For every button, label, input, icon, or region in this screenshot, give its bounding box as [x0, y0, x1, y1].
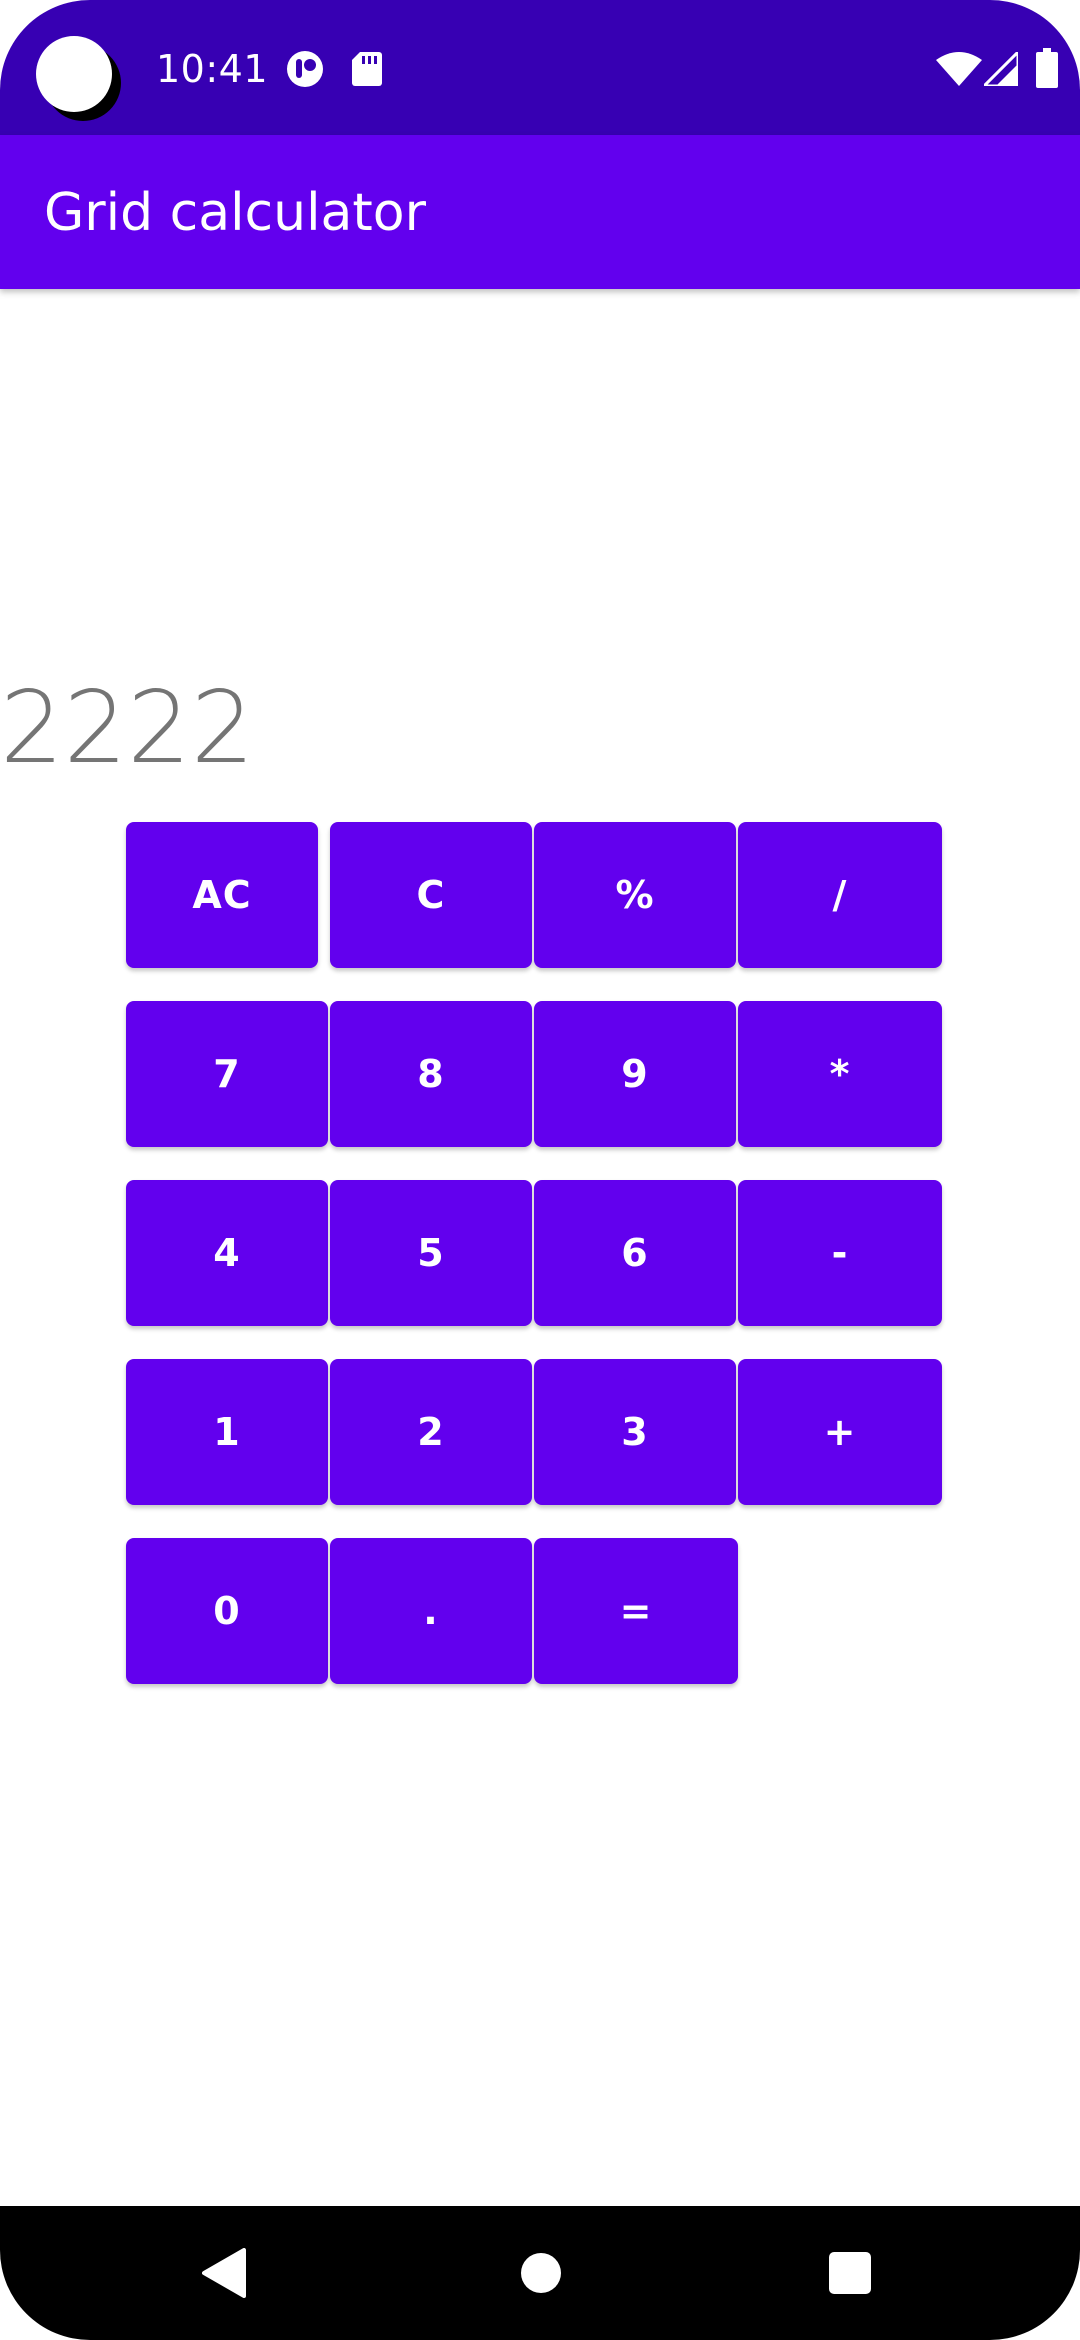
key-3[interactable]: 3 [534, 1359, 736, 1505]
key-7[interactable]: 7 [126, 1001, 328, 1147]
app-bar: Grid calculator [0, 135, 1080, 289]
key-0[interactable]: 0 [126, 1538, 328, 1684]
key-8[interactable]: 8 [330, 1001, 532, 1147]
recents-icon[interactable] [829, 2252, 871, 2294]
status-bar: 10:41 [0, 0, 1080, 135]
home-icon[interactable] [520, 2252, 562, 2294]
key-minus[interactable]: - [738, 1180, 942, 1326]
notification-app-icon [287, 51, 323, 87]
wifi-icon [936, 52, 982, 86]
battery-icon [1036, 48, 1058, 88]
signal-icon [984, 52, 1018, 86]
camera-cutout [36, 36, 112, 112]
sd-card-icon [352, 52, 382, 86]
key-6[interactable]: 6 [534, 1180, 736, 1326]
back-icon[interactable] [202, 2248, 248, 2298]
key-2[interactable]: 2 [330, 1359, 532, 1505]
key-plus[interactable]: + [738, 1359, 942, 1505]
app-title: Grid calculator [44, 183, 427, 243]
navigation-bar [0, 2206, 1080, 2340]
status-time: 10:41 [156, 47, 269, 91]
key-ac[interactable]: AC [126, 822, 318, 968]
key-c[interactable]: C [330, 822, 532, 968]
key-percent[interactable]: % [534, 822, 736, 968]
key-4[interactable]: 4 [126, 1180, 328, 1326]
key-5[interactable]: 5 [330, 1180, 532, 1326]
key-equals[interactable]: = [534, 1538, 738, 1684]
result-display: 2222 [0, 669, 255, 786]
key-9[interactable]: 9 [534, 1001, 736, 1147]
key-1[interactable]: 1 [126, 1359, 328, 1505]
key-divide[interactable]: / [738, 822, 942, 968]
key-multiply[interactable]: * [738, 1001, 942, 1147]
key-dot[interactable]: . [330, 1538, 532, 1684]
